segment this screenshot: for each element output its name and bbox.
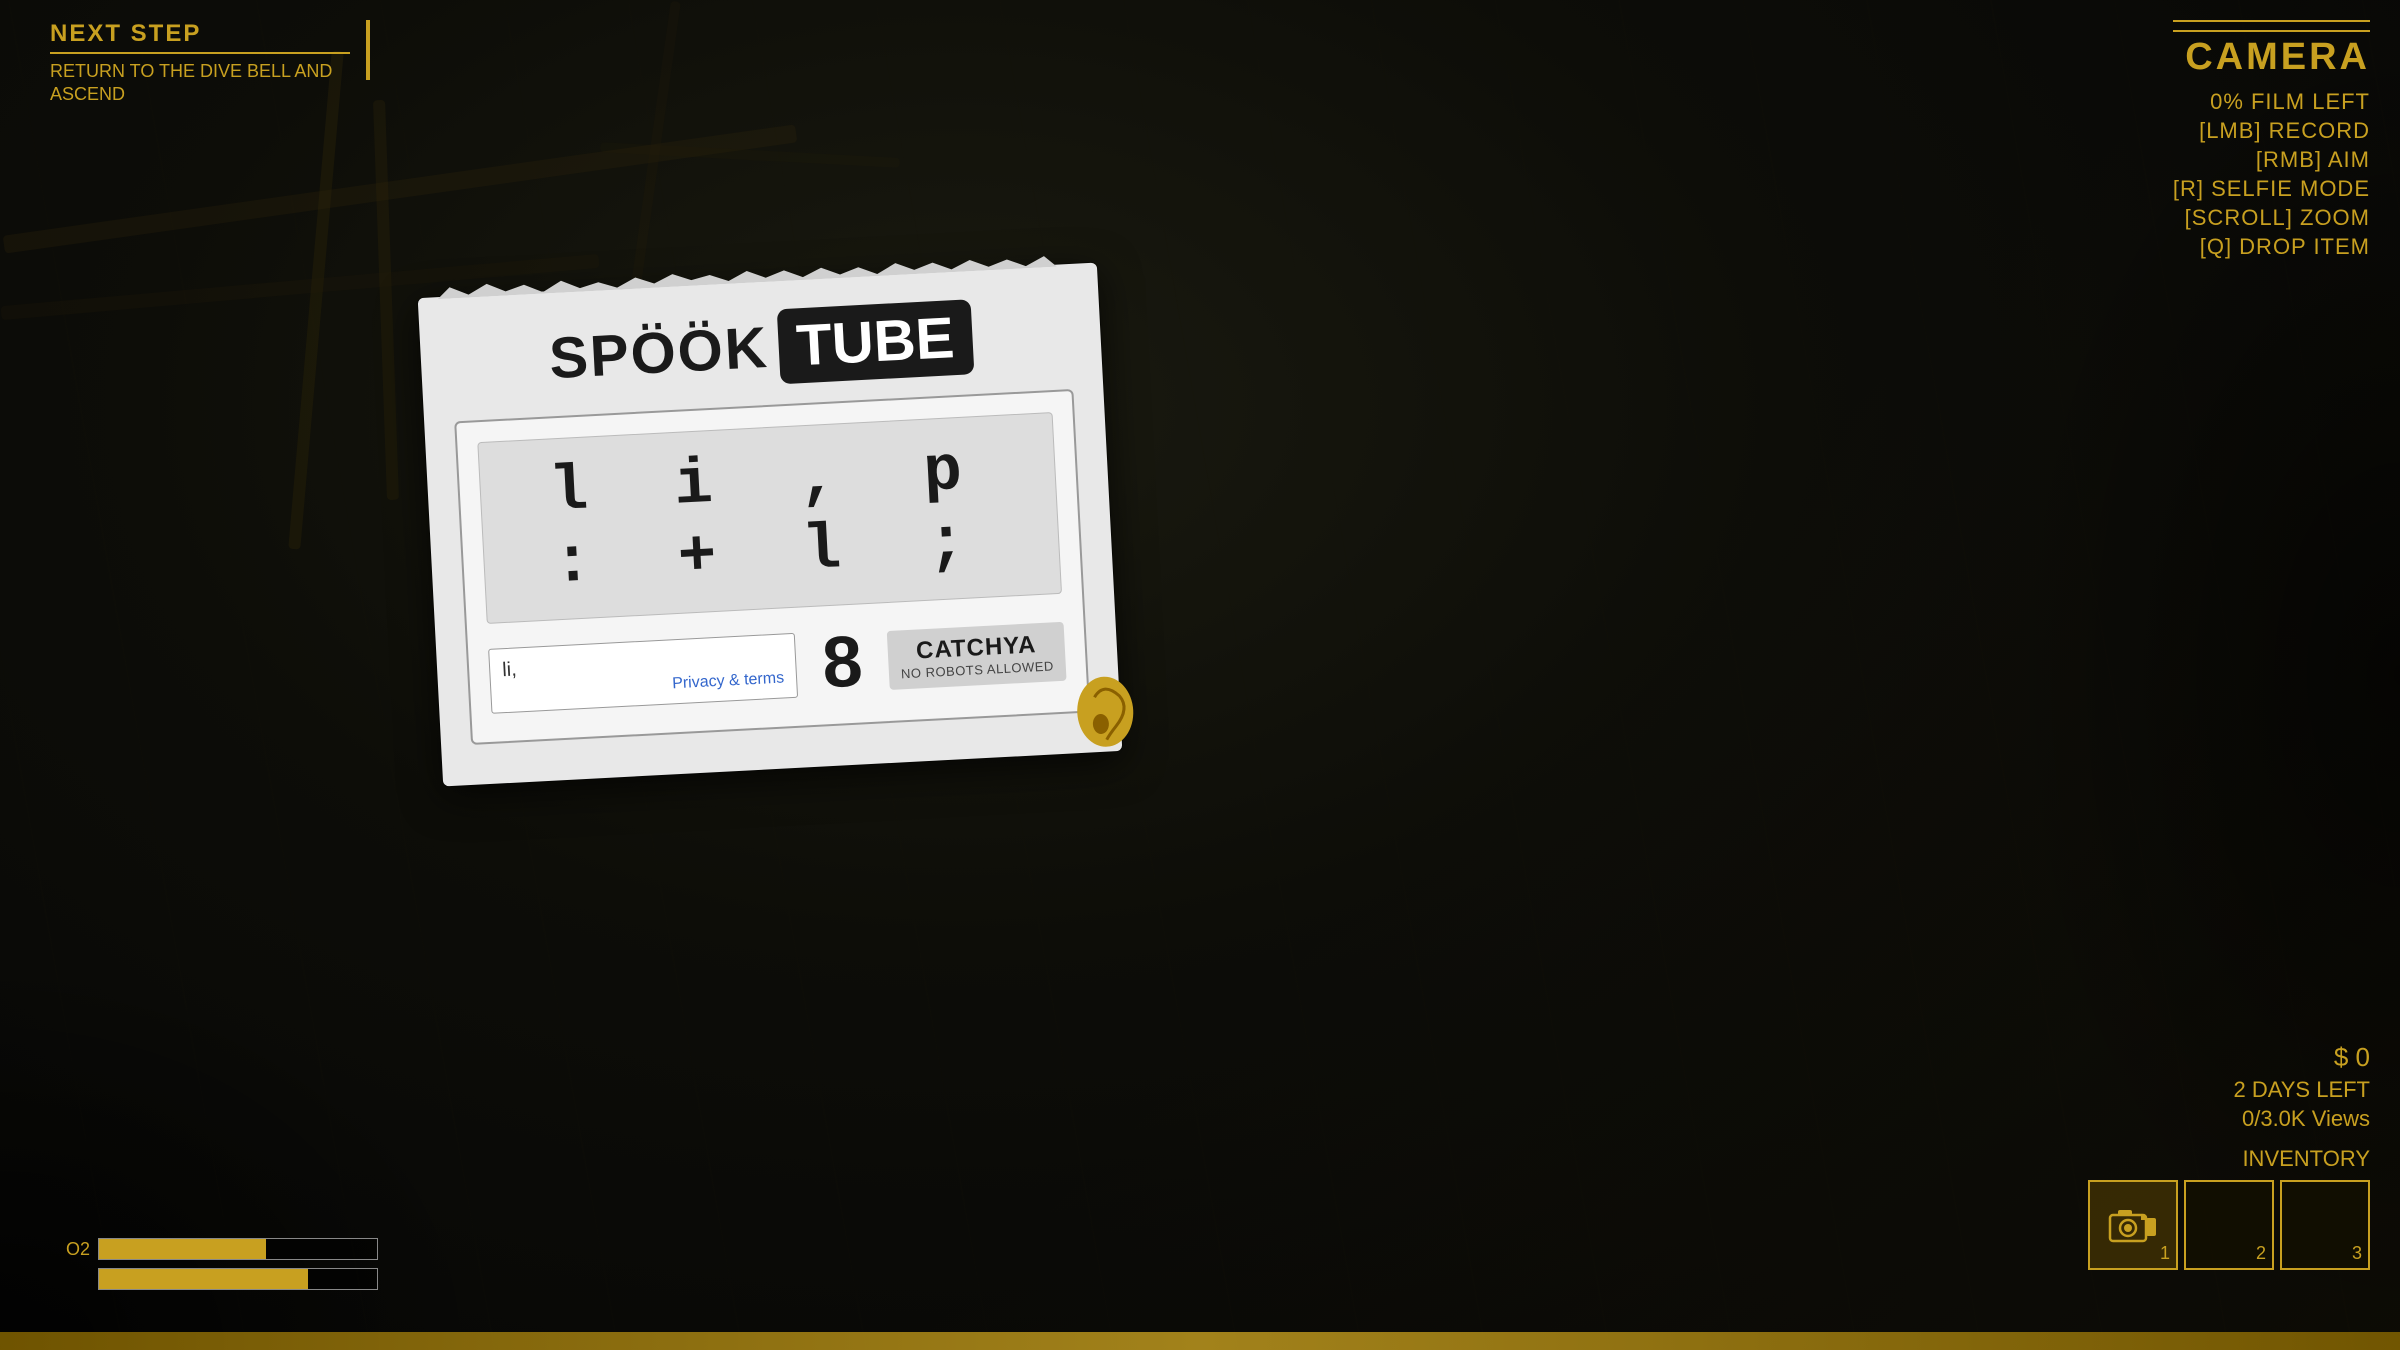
film-left: 0% FILM LEFT [2173, 89, 2370, 115]
inventory-label: INVENTORY [2088, 1146, 2370, 1172]
bottom-right-hud: $ 0 2 DAYS LEFT 0/3.0K Views INVENTORY 1… [2088, 1042, 2370, 1270]
oxygen-track [98, 1238, 378, 1260]
tube-badge: TUBE [777, 299, 975, 384]
oxygen-bar-row: O2 [40, 1238, 378, 1260]
captcha-card-wrapper: SPÖÖK TUBE l i , p : + l ; li, Privacy &… [418, 263, 1123, 787]
oxygen-label: O2 [40, 1239, 90, 1260]
r-selfie: [R] SELFIE MODE [2173, 176, 2370, 202]
q-drop: [Q] DROP ITEM [2173, 234, 2370, 260]
camera-title: CAMERA [2173, 30, 2370, 79]
status-bars: O2 [40, 1238, 378, 1290]
slot-2-number: 2 [2256, 1243, 2266, 1264]
bottom-left-hud: O2 [40, 1238, 378, 1290]
inventory-slot-3[interactable]: 3 [2280, 1180, 2370, 1270]
scroll-zoom: [SCROLL] ZOOM [2173, 205, 2370, 231]
camera-top-bar [2173, 20, 2370, 22]
next-step-label: NEXT STEP [50, 20, 350, 54]
money-display: $ 0 [2088, 1042, 2370, 1073]
catchya-badge: CATCHYA NO ROBOTS ALLOWED [887, 621, 1067, 689]
lmb-record: [LMB] RECORD [2173, 118, 2370, 144]
ear-icon [1068, 670, 1142, 754]
captcha-bottom: li, Privacy & terms 8 CATCHYA NO ROBOTS … [488, 610, 1068, 722]
rmb-aim: [RMB] AIM [2173, 147, 2370, 173]
spooktube-logo: SPÖÖK TUBE [449, 294, 1072, 401]
captcha-card: SPÖÖK TUBE l i , p : + l ; li, Privacy &… [418, 263, 1123, 787]
top-left-hud: NEXT STEP RETURN TO THE DIVE BELL AND AS… [50, 20, 350, 107]
views-count: 0/3.0K Views [2088, 1106, 2370, 1132]
top-right-hud: CAMERA 0% FILM LEFT [LMB] RECORD [RMB] A… [2173, 20, 2370, 263]
captcha-input-text: li, [502, 658, 518, 681]
captcha-input-box[interactable]: li, Privacy & terms [488, 632, 798, 713]
inventory-slot-2[interactable]: 2 [2184, 1180, 2274, 1270]
background-structure [0, 0, 2400, 1350]
captcha-number: 8 [810, 620, 874, 705]
next-step-desc: RETURN TO THE DIVE BELL AND ASCEND [50, 60, 350, 107]
captcha-area: l i , p : + l ; li, Privacy & terms 8 CA… [454, 389, 1090, 745]
camera-icon [2108, 1205, 2158, 1245]
health-track [98, 1268, 378, 1290]
days-left: 2 DAYS LEFT [2088, 1077, 2370, 1103]
oxygen-fill [99, 1239, 266, 1259]
slot-1-number: 1 [2160, 1243, 2170, 1264]
health-fill [99, 1269, 308, 1289]
privacy-link[interactable]: Privacy & terms [503, 669, 785, 702]
inventory-slot-1[interactable]: 1 [2088, 1180, 2178, 1270]
slot-3-number: 3 [2352, 1243, 2362, 1264]
bottom-yellow-bar [0, 1332, 2400, 1350]
inventory-slots: 1 2 3 [2088, 1180, 2370, 1270]
health-bar-row [40, 1268, 378, 1290]
captcha-display: l i , p : + l ; [477, 412, 1062, 624]
spook-text: SPÖÖK [548, 314, 771, 392]
next-step-bar-decoration [366, 20, 370, 80]
